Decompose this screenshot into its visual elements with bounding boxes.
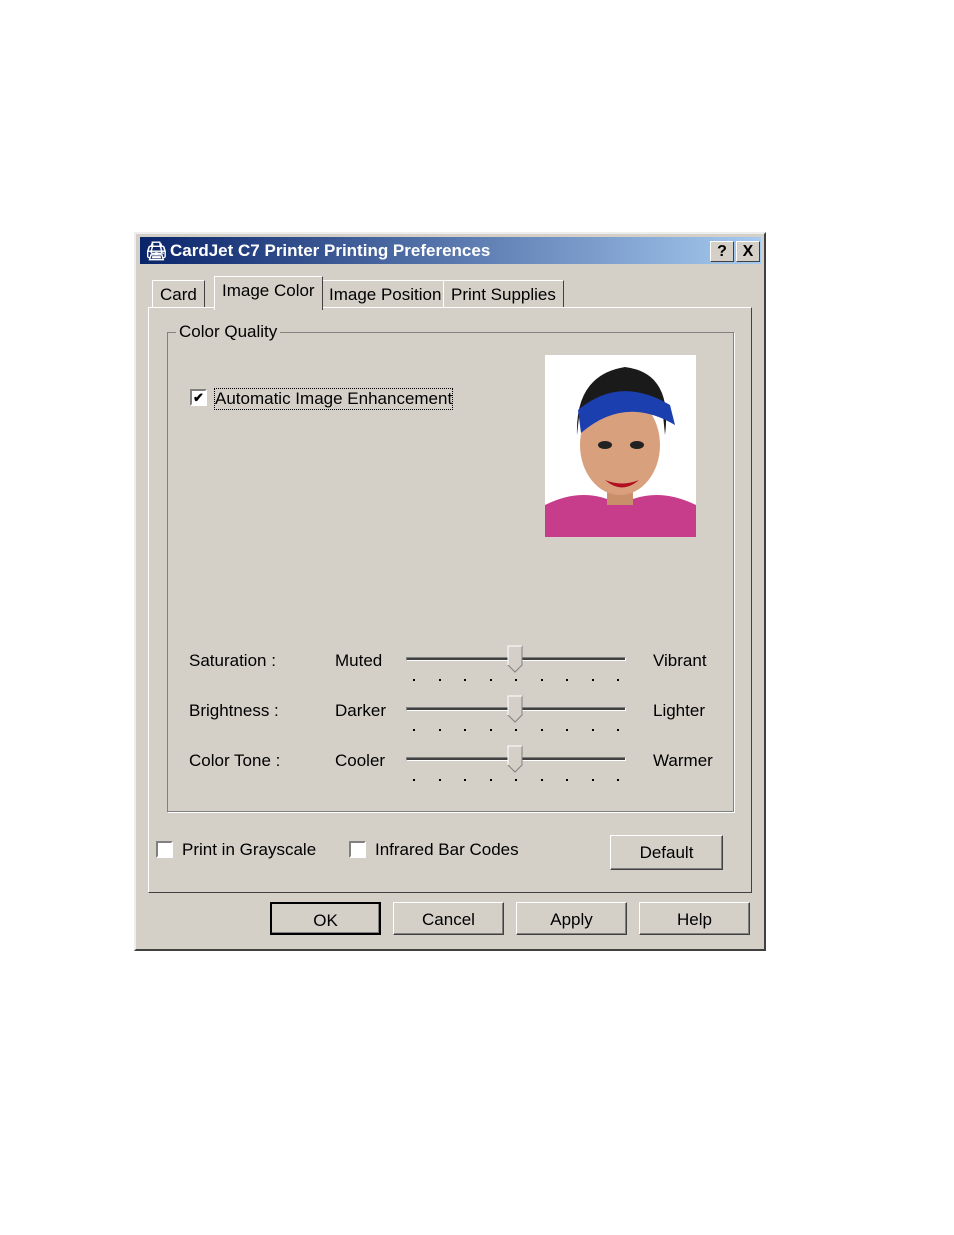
color-quality-group: Color Quality ✔ Automatic Image Enhancem…: [167, 322, 734, 812]
brightness-tick: [591, 729, 594, 731]
color-tone-tick: [464, 779, 466, 781]
color-tone-min-label: Cooler: [335, 751, 386, 770]
color-tone-tick: [617, 779, 619, 781]
help-title-button[interactable]: ?: [710, 241, 734, 262]
infrared-checkbox[interactable]: [349, 841, 366, 858]
color-tone-tick: [591, 779, 594, 781]
saturation-tick: [515, 679, 517, 681]
brightness-tick: [515, 729, 517, 731]
saturation-tick: [438, 679, 441, 681]
color-tone-label: Color Tone :: [189, 751, 281, 770]
printer-icon: 🖨: [145, 241, 168, 261]
saturation-tick: [591, 679, 594, 681]
saturation-tick: [617, 679, 619, 681]
close-icon[interactable]: X: [736, 241, 760, 262]
group-label: Color Quality: [176, 322, 281, 342]
color-tone-tick: [540, 779, 543, 781]
grayscale-label[interactable]: Print in Grayscale: [182, 840, 316, 860]
brightness-tick: [438, 729, 441, 731]
brightness-tick: [540, 729, 543, 731]
brightness-slider-thumb[interactable]: [507, 695, 523, 723]
ok-button[interactable]: OK: [270, 902, 381, 935]
color-tone-tick: [566, 779, 568, 781]
saturation-min-label: Muted: [335, 651, 383, 670]
infrared-label[interactable]: Infrared Bar Codes: [375, 840, 519, 860]
brightness-min-label: Darker: [335, 701, 387, 720]
brightness-tick: [489, 729, 492, 731]
saturation-max-label: Vibrant: [653, 651, 707, 670]
sample-photo: [545, 355, 696, 537]
saturation-tick: [464, 679, 466, 681]
cancel-button[interactable]: Cancel: [393, 902, 504, 935]
color-tone-tick: [515, 779, 517, 781]
default-button[interactable]: Default: [610, 835, 723, 870]
tab-panel: Color Quality ✔ Automatic Image Enhancem…: [148, 307, 752, 893]
saturation-slider-thumb[interactable]: [507, 645, 523, 673]
color-tone-slider-thumb[interactable]: [507, 745, 523, 773]
saturation-tick: [566, 679, 568, 681]
auto-enhance-checkbox[interactable]: ✔: [190, 389, 207, 406]
brightness-max-label: Lighter: [653, 701, 705, 720]
saturation-tick: [540, 679, 543, 681]
apply-button[interactable]: Apply: [516, 902, 627, 935]
color-tone-tick: [413, 779, 415, 781]
grayscale-checkbox[interactable]: [156, 841, 173, 858]
saturation-label: Saturation :: [189, 651, 276, 670]
tab-print-supplies[interactable]: Print Supplies: [443, 280, 564, 308]
tab-image-position[interactable]: Image Position: [321, 280, 450, 308]
printing-preferences-dialog: 🖨 CardJet C7 Printer Printing Preference…: [134, 232, 766, 951]
brightness-tick: [464, 729, 466, 731]
help-button[interactable]: Help: [639, 902, 750, 935]
auto-enhance-label[interactable]: Automatic Image Enhancement: [213, 388, 454, 410]
saturation-tick: [413, 679, 415, 681]
tab-card[interactable]: Card: [152, 280, 205, 308]
color-tone-tick: [489, 779, 492, 781]
window-title: CardJet C7 Printer Printing Preferences: [170, 241, 491, 260]
brightness-tick: [413, 729, 415, 731]
tab-image-color[interactable]: Image Color: [214, 276, 323, 310]
brightness-label: Brightness :: [189, 701, 279, 720]
title-bar[interactable]: 🖨 CardJet C7 Printer Printing Preference…: [140, 237, 761, 264]
brightness-tick: [566, 729, 568, 731]
brightness-tick: [617, 729, 619, 731]
saturation-tick: [489, 679, 492, 681]
color-tone-tick: [438, 779, 441, 781]
color-tone-max-label: Warmer: [653, 751, 713, 770]
